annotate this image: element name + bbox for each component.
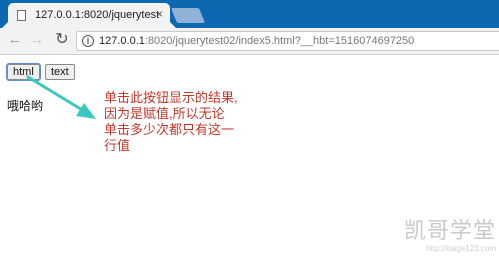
watermark-logo: 凯哥学堂 xyxy=(403,218,496,243)
annotation-note: 单击此按钮显示的结果, 因为是赋值,所以无论 单击多少次都只有这一 行值 xyxy=(104,90,254,154)
watermark: 凯哥学堂 http://kaige123.com xyxy=(376,218,496,253)
annotation-line: 单击此按钮显示的结果, xyxy=(104,90,238,105)
annotation-line: 因为是赋值,所以无论 xyxy=(104,106,225,121)
annotation-line: 单击多少次都只有这一 xyxy=(104,122,235,137)
annotation-line: 行值 xyxy=(104,138,131,153)
watermark-url: http://kaige123.com xyxy=(426,244,496,253)
